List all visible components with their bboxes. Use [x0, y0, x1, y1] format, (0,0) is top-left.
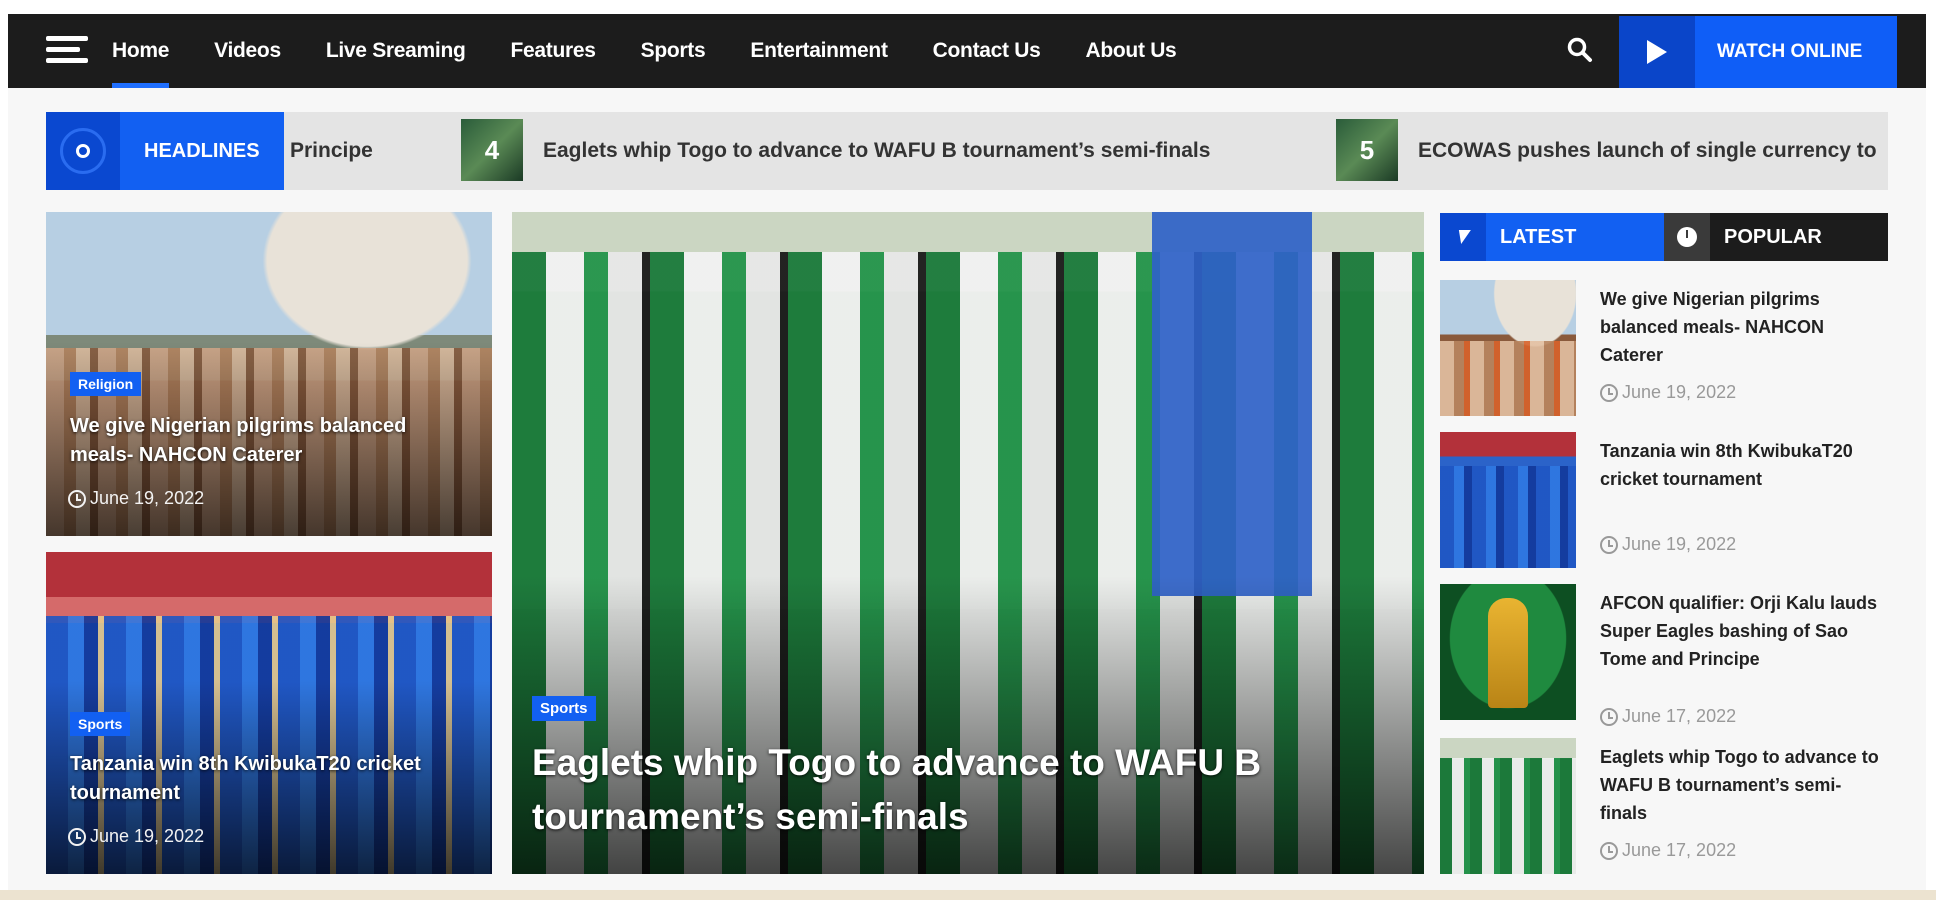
nav-item-home[interactable]: Home	[112, 14, 169, 88]
ticker-item[interactable]: ECOWAS pushes launch of single currency …	[1418, 112, 1877, 190]
sidebar-tabs: LATEST POPULAR	[1440, 213, 1888, 261]
card-title[interactable]: Tanzania win 8th KwibukaT20 cricket tour…	[70, 750, 470, 808]
clock-icon	[1664, 213, 1710, 261]
bottom-strip	[0, 890, 1936, 900]
watch-online-button[interactable]: WATCH ONLINE	[1619, 16, 1897, 88]
play-icon	[1619, 16, 1695, 88]
story-card[interactable]: Religion We give Nigerian pilgrims balan…	[46, 212, 492, 536]
sidebar-story-title[interactable]: Tanzania win 8th KwibukaT20 cricket tour…	[1600, 438, 1886, 494]
nav-menu: Home Videos Live Sreaming Features Sport…	[112, 14, 1221, 88]
clock-icon	[1600, 841, 1618, 860]
card-date: June 19, 2022	[68, 488, 204, 509]
menu-icon[interactable]	[46, 36, 88, 66]
sidebar-story-date: June 17, 2022	[1600, 840, 1736, 861]
story-thumbnail[interactable]	[1440, 738, 1576, 874]
headlines-label: HEADLINES	[144, 139, 260, 162]
sidebar-story[interactable]: Tanzania win 8th KwibukaT20 cricket tour…	[1440, 432, 1888, 572]
category-badge[interactable]: Sports	[532, 696, 596, 721]
tab-latest-label: LATEST	[1500, 225, 1577, 248]
date-text: June 19, 2022	[90, 826, 205, 846]
nav-item-sports[interactable]: Sports	[641, 14, 706, 88]
sidebar-story-title[interactable]: We give Nigerian pilgrims balanced meals…	[1600, 286, 1886, 370]
sidebar-story[interactable]: We give Nigerian pilgrims balanced meals…	[1440, 280, 1888, 420]
sidebar-story-date: June 19, 2022	[1600, 382, 1736, 403]
sidebar-story[interactable]: AFCON qualifier: Orji Kalu lauds Super E…	[1440, 584, 1888, 727]
sidebar-story-title[interactable]: AFCON qualifier: Orji Kalu lauds Super E…	[1600, 590, 1886, 674]
main-nav: Home Videos Live Sreaming Features Sport…	[8, 14, 1926, 88]
search-icon[interactable]	[1566, 36, 1594, 64]
clock-icon	[1600, 707, 1618, 726]
nav-item-videos[interactable]: Videos	[214, 14, 281, 88]
story-thumbnail[interactable]	[1440, 280, 1576, 416]
headlines-badge: HEADLINES	[46, 112, 284, 190]
clock-icon	[1600, 383, 1618, 402]
sidebar-story[interactable]: Eaglets whip Togo to advance to WAFU B t…	[1440, 738, 1888, 878]
story-thumbnail[interactable]	[1440, 432, 1576, 568]
story-card[interactable]: Sports Tanzania win 8th KwibukaT20 crick…	[46, 552, 492, 874]
card-title[interactable]: We give Nigerian pilgrims balanced meals…	[70, 412, 470, 470]
category-badge[interactable]: Religion	[70, 372, 142, 396]
clock-icon	[68, 827, 86, 846]
ticker-thumb[interactable]: 5	[1336, 119, 1398, 181]
headlines-icon	[46, 112, 120, 190]
clock-icon	[68, 489, 86, 508]
nav-item-about-us[interactable]: About Us	[1086, 14, 1177, 88]
nav-item-contact-us[interactable]: Contact Us	[933, 14, 1041, 88]
story-thumbnail[interactable]	[1440, 584, 1576, 720]
headlines-ticker: Principe 4 Eaglets whip Togo to advance …	[46, 112, 1888, 190]
ticker-item[interactable]: Eaglets whip Togo to advance to WAFU B t…	[543, 112, 1210, 190]
category-badge[interactable]: Sports	[70, 712, 131, 736]
date-text: June 19, 2022	[90, 488, 205, 508]
clock-icon	[1600, 535, 1618, 554]
watch-online-label: WATCH ONLINE	[1717, 41, 1863, 62]
tab-popular[interactable]: POPULAR	[1664, 213, 1888, 261]
nav-item-entertainment[interactable]: Entertainment	[750, 14, 888, 88]
tab-popular-label: POPULAR	[1724, 225, 1822, 248]
ticker-item[interactable]: Principe	[290, 112, 373, 190]
bolt-icon	[1440, 213, 1486, 261]
nav-item-live-streaming[interactable]: Live Sreaming	[326, 14, 466, 88]
sidebar-story-date: June 17, 2022	[1600, 706, 1736, 727]
card-date: June 19, 2022	[68, 826, 204, 847]
page: Home Videos Live Sreaming Features Sport…	[0, 0, 1936, 900]
featured-story[interactable]: Sports Eaglets whip Togo to advance to W…	[512, 212, 1424, 874]
ticker-thumb[interactable]: 4	[461, 119, 523, 181]
nav-item-features[interactable]: Features	[511, 14, 596, 88]
sidebar-story-title[interactable]: Eaglets whip Togo to advance to WAFU B t…	[1600, 744, 1886, 828]
tab-latest[interactable]: LATEST	[1440, 213, 1664, 261]
sidebar-story-date: June 19, 2022	[1600, 534, 1736, 555]
feature-title[interactable]: Eaglets whip Togo to advance to WAFU B t…	[532, 736, 1372, 843]
